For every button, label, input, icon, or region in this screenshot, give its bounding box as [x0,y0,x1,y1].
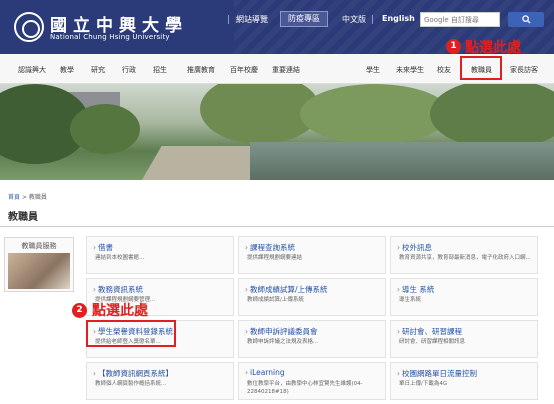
card-title[interactable]: 導生 系統 [397,284,434,295]
nav-item-centennial[interactable]: 百年校慶 [230,65,258,75]
callout-1-badge: 1 [446,39,461,54]
card-desc: 教師成績試算/上傳系統 [247,297,304,303]
tree-shape [300,84,450,144]
pond-shape [250,142,554,180]
card-ilearning[interactable]: iLearning 數位教學平台，由教學中心林宜賢先生維護(04-2284021… [238,362,386,400]
staff-highlight-box [460,56,502,80]
nav-item-admission[interactable]: 招生 [153,65,167,75]
header-divider [228,15,229,24]
card-external-info[interactable]: 校外訊息 教育資源共享，教育部最新消息，電子化政府入口網... [390,236,538,274]
search-input[interactable]: Google 自訂搜尋 [420,12,500,27]
card-borrow-books[interactable]: 借書 連結到本校圖書館... [86,236,234,274]
breadcrumb-separator: > [21,194,27,201]
callout-2-badge: 2 [72,303,87,318]
card-desc: 教師申訴評議之法規及表格... [247,339,319,345]
nav-item-future-students[interactable]: 未來學生 [396,65,424,75]
card-title[interactable]: 課程查詢系統 [245,242,295,253]
card-traffic-control[interactable]: 校園網路單日流量控制 單日上傳/下載為4G [390,362,538,400]
nav-item-students[interactable]: 學生 [366,65,380,75]
card-title[interactable]: 研討會、研習課程 [397,326,462,337]
card-title[interactable]: 借書 [93,242,113,253]
tree-shape [430,84,554,149]
covid-zone-link[interactable]: 防疫專區 [280,11,328,27]
header-divider [372,15,373,24]
search-icon [521,15,531,24]
card-teacher-appeal[interactable]: 教師申訴評議委員會 教師申訴評議之法規及表格... [238,320,386,358]
card-title[interactable]: 校外訊息 [397,242,432,253]
campus-banner-image [0,84,554,180]
breadcrumb: 首頁 > 教職員 [8,192,47,201]
card-title[interactable]: 校園網路單日流量控制 [397,368,477,379]
card-desc: 導生系統 [399,297,422,303]
card-teacher-webpage[interactable]: 【教師資訊網頁系統】 教師個人網頁製作概括系統... [86,362,234,400]
card-title[interactable]: 教師成績試算/上傳系統 [245,284,328,295]
card-desc: 教育資源共享，教育部最新消息，電子化政府入口網... [399,255,531,261]
university-name-en[interactable]: National Chung Hsing University [50,33,170,41]
card-course-query[interactable]: 課程查詢系統 提供課程規劃綱要連結 [238,236,386,274]
nav-item-about[interactable]: 認識興大 [18,65,46,75]
card-desc: 連結到本校圖書館... [95,255,145,261]
university-logo-icon[interactable] [14,12,44,42]
callout-1-text: 點選此處 [465,40,521,56]
breadcrumb-current: 教職員 [28,194,47,201]
card-desc: 數位教學平台，由教學中心林宜賢先生維護(04-22840218#18) [247,381,363,395]
callout-2-text: 點選此處 [92,303,148,319]
nav-item-teaching[interactable]: 教學 [60,65,74,75]
divider [0,226,554,227]
tree-shape [70,104,140,154]
card-desc: 教師個人網頁製作概括系統... [95,381,167,387]
nav-item-extension[interactable]: 推廣教育 [187,65,215,75]
card-title[interactable]: 教務資訊系統 [93,284,143,295]
staff-service-panel[interactable]: 教職員服務 [4,237,74,292]
card-desc: 提供課程規劃綱要連結 [247,255,303,261]
nav-item-research[interactable]: 研究 [91,65,105,75]
nav-item-parents[interactable]: 家長訪客 [510,65,538,75]
nav-item-admin[interactable]: 行政 [122,65,136,75]
chinese-version-link[interactable]: 中文版 [342,14,366,25]
handshake-photo [8,253,70,289]
nav-item-alumni[interactable]: 校友 [437,65,451,75]
nav-item-links[interactable]: 重要連結 [272,65,300,75]
card-desc: 單日上傳/下載為4G [399,381,448,387]
card-grade-upload[interactable]: 教師成績試算/上傳系統 教師成績試算/上傳系統 [238,278,386,316]
card-desc: 研討會、研習課程相關訊息 [399,339,466,345]
card-title[interactable]: iLearning [245,368,285,377]
card-seminars[interactable]: 研討會、研習課程 研討會、研習課程相關訊息 [390,320,538,358]
honor-system-highlight-box [86,320,176,347]
breadcrumb-home-link[interactable]: 首頁 [8,194,20,201]
card-title[interactable]: 【教師資訊網頁系統】 [93,368,173,379]
card-title[interactable]: 教師申訴評議委員會 [245,326,318,337]
page-title: 教職員 [8,212,38,223]
english-version-link[interactable]: English [382,14,415,23]
sitemap-link[interactable]: 網站導覽 [236,14,268,25]
search-button[interactable] [508,12,544,27]
staff-service-label: 教職員服務 [21,242,57,250]
card-mentor-system[interactable]: 導生 系統 導生系統 [390,278,538,316]
